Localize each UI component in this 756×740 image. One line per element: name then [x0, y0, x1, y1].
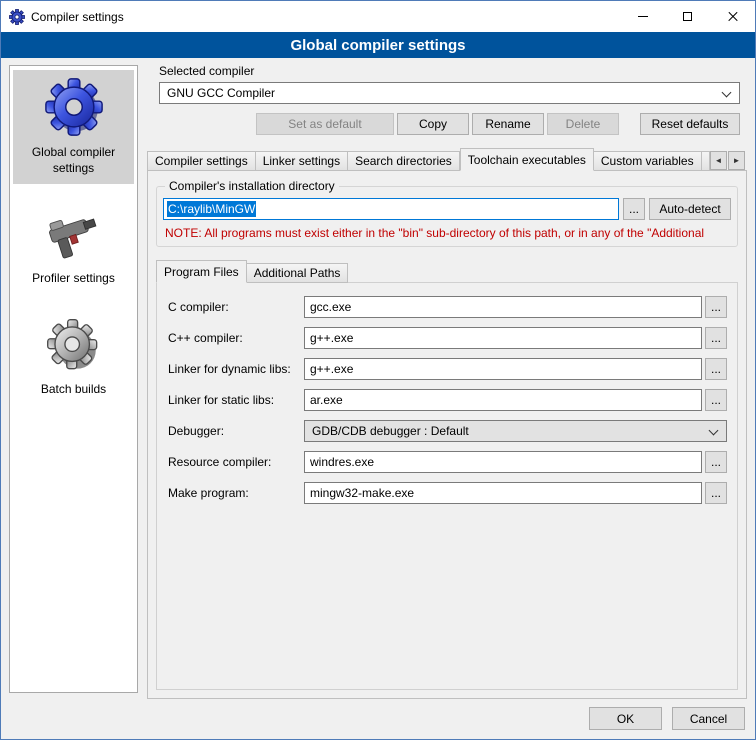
make-program-browse-button[interactable]: ...	[705, 482, 727, 504]
cpp-compiler-browse-button[interactable]: ...	[705, 327, 727, 349]
rename-button[interactable]: Rename	[472, 113, 544, 135]
window-controls	[620, 1, 755, 32]
make-program-input[interactable]	[304, 482, 702, 504]
sidebar-item-label: Batch builds	[41, 382, 106, 398]
field-row-cpp-compiler: C++ compiler: ...	[168, 327, 727, 349]
tab-build-truncated[interactable]: Buil	[702, 151, 710, 171]
cpp-compiler-label: C++ compiler:	[168, 331, 304, 345]
cancel-button[interactable]: Cancel	[672, 707, 745, 730]
program-files-subtabstrip: Program Files Additional Paths	[156, 260, 738, 283]
compiler-select-section: Selected compiler GNU GCC Compiler Set a…	[147, 64, 747, 135]
tab-toolchain-executables[interactable]: Toolchain executables	[460, 148, 594, 171]
make-program-label: Make program:	[168, 486, 304, 500]
subtab-program-files[interactable]: Program Files	[156, 260, 247, 283]
field-row-debugger: Debugger: GDB/CDB debugger : Default	[168, 420, 727, 442]
field-row-make-program: Make program: ...	[168, 482, 727, 504]
auto-detect-button[interactable]: Auto-detect	[649, 198, 731, 220]
field-row-linker-static: Linker for static libs: ...	[168, 389, 727, 411]
subtab-additional-paths[interactable]: Additional Paths	[247, 263, 349, 283]
installation-directory-title: Compiler's installation directory	[165, 179, 339, 193]
page-title: Global compiler settings	[1, 32, 755, 58]
gray-gear-stack-icon	[45, 317, 103, 375]
arrow-left-icon: ◄	[715, 156, 723, 165]
tab-custom-variables[interactable]: Custom variables	[594, 151, 702, 171]
dialog-footer: OK Cancel	[589, 707, 745, 730]
debugger-value: GDB/CDB debugger : Default	[312, 424, 469, 438]
sidebar-item-label: Profiler settings	[32, 271, 115, 287]
compiler-settings-dialog: Compiler settings Global compiler settin…	[0, 0, 756, 740]
linker-static-browse-button[interactable]: ...	[705, 389, 727, 411]
sidebar-item-label: Global compiler settings	[22, 145, 126, 176]
selected-compiler-value: GNU GCC Compiler	[167, 86, 275, 100]
debugger-dropdown[interactable]: GDB/CDB debugger : Default	[304, 420, 727, 442]
sidebar-item-global-compiler-settings[interactable]: Global compiler settings	[13, 70, 134, 184]
installation-directory-value: C:\raylib\MinGW	[167, 201, 256, 217]
selected-compiler-dropdown[interactable]: GNU GCC Compiler	[159, 82, 740, 104]
set-as-default-button[interactable]: Set as default	[256, 113, 394, 135]
arrow-right-icon: ►	[733, 156, 741, 165]
debugger-label: Debugger:	[168, 424, 304, 438]
sidebar: Global compiler settings Profiler settin…	[9, 65, 138, 693]
titlebar: Compiler settings	[1, 1, 755, 32]
installation-directory-input[interactable]: C:\raylib\MinGW	[163, 198, 619, 220]
window-title: Compiler settings	[31, 10, 124, 24]
tab-scroll-right-button[interactable]: ►	[728, 151, 745, 170]
resource-compiler-browse-button[interactable]: ...	[705, 451, 727, 473]
installation-directory-browse-button[interactable]: ...	[623, 198, 645, 220]
field-row-c-compiler: C compiler: ...	[168, 296, 727, 318]
linker-dynamic-browse-button[interactable]: ...	[705, 358, 727, 380]
field-row-linker-dynamic: Linker for dynamic libs: ...	[168, 358, 727, 380]
minimize-icon	[638, 16, 648, 17]
installation-directory-group: Compiler's installation directory C:\ray…	[156, 186, 738, 247]
resource-compiler-input[interactable]	[304, 451, 702, 473]
c-compiler-label: C compiler:	[168, 300, 304, 314]
settings-tabstrip: Compiler settings Linker settings Search…	[147, 148, 747, 171]
chevron-down-icon	[722, 88, 732, 98]
c-compiler-browse-button[interactable]: ...	[705, 296, 727, 318]
copy-button[interactable]: Copy	[397, 113, 469, 135]
close-icon	[727, 11, 739, 23]
blue-gear-icon	[43, 76, 105, 138]
program-files-panel: C compiler: ... C++ compiler: ... Linker…	[156, 282, 738, 690]
linker-dynamic-input[interactable]	[304, 358, 702, 380]
delete-button[interactable]: Delete	[547, 113, 619, 135]
minimize-button[interactable]	[620, 1, 665, 32]
field-row-resource-compiler: Resource compiler: ...	[168, 451, 727, 473]
main-area: Selected compiler GNU GCC Compiler Set a…	[147, 64, 747, 699]
tab-search-directories[interactable]: Search directories	[348, 151, 460, 171]
profiler-tool-icon	[45, 206, 103, 264]
cpp-compiler-input[interactable]	[304, 327, 702, 349]
maximize-icon	[683, 12, 692, 21]
selected-compiler-label: Selected compiler	[159, 64, 740, 78]
chevron-down-icon	[709, 426, 719, 436]
sidebar-item-batch-builds[interactable]: Batch builds	[13, 311, 134, 406]
linker-static-label: Linker for static libs:	[168, 393, 304, 407]
linker-dynamic-label: Linker for dynamic libs:	[168, 362, 304, 376]
toolchain-executables-panel: Compiler's installation directory C:\ray…	[147, 170, 747, 699]
close-button[interactable]	[710, 1, 755, 32]
reset-defaults-button[interactable]: Reset defaults	[640, 113, 740, 135]
compiler-buttons-row: Set as default Copy Rename Delete Reset …	[159, 113, 740, 135]
c-compiler-input[interactable]	[304, 296, 702, 318]
tab-compiler-settings[interactable]: Compiler settings	[147, 151, 256, 171]
sidebar-item-profiler-settings[interactable]: Profiler settings	[13, 200, 134, 295]
installation-directory-row: C:\raylib\MinGW ... Auto-detect	[163, 198, 731, 220]
tab-scroll-left-button[interactable]: ◄	[710, 151, 727, 170]
linker-static-input[interactable]	[304, 389, 702, 411]
resource-compiler-label: Resource compiler:	[168, 455, 304, 469]
tab-linker-settings[interactable]: Linker settings	[256, 151, 348, 171]
bin-subdirectory-note: NOTE: All programs must exist either in …	[165, 226, 731, 240]
ok-button[interactable]: OK	[589, 707, 662, 730]
maximize-button[interactable]	[665, 1, 710, 32]
tab-scroll-controls: ◄ ►	[710, 151, 745, 170]
app-gear-icon	[9, 9, 25, 25]
